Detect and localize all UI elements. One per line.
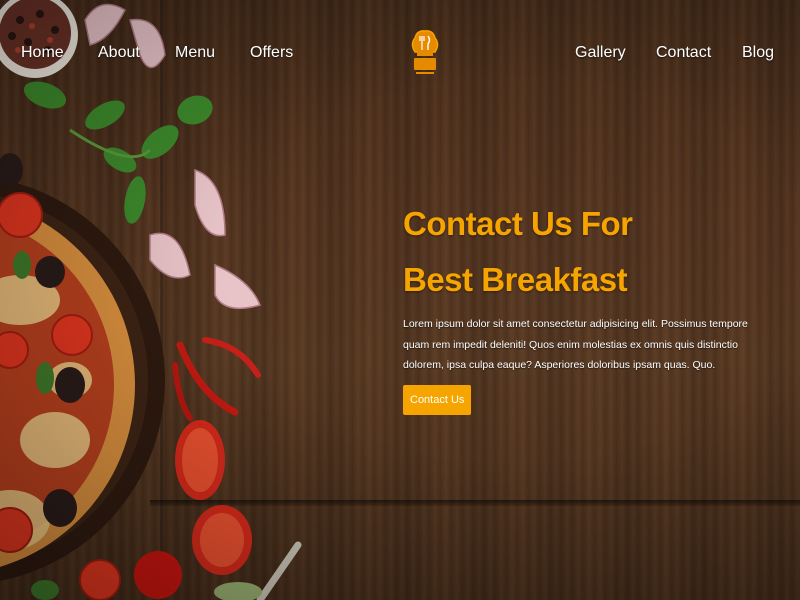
- nav-item-menu[interactable]: Menu: [175, 44, 215, 62]
- chef-hat-fork-knife-icon: [411, 30, 439, 74]
- hero-title-line-1: Contact Us For: [403, 205, 633, 242]
- nav-item-blog[interactable]: Blog: [742, 44, 774, 62]
- nav-item-contact[interactable]: Contact: [656, 44, 711, 62]
- hero-description: Lorem ipsum dolor sit amet consectetur a…: [403, 318, 748, 371]
- nav-item-offers[interactable]: Offers: [250, 44, 293, 62]
- hero-title-line-2: Best Breakfast: [403, 261, 628, 298]
- nav-item-gallery[interactable]: Gallery: [575, 44, 626, 62]
- hero-section: Contact Us For Best Breakfast Lorem ipsu…: [403, 196, 773, 415]
- nav-item-home[interactable]: Home: [21, 44, 64, 62]
- hero-title: Contact Us For Best Breakfast: [403, 196, 773, 308]
- nav-item-about[interactable]: About: [98, 44, 140, 62]
- contact-us-button[interactable]: Contact Us: [403, 384, 472, 415]
- logo[interactable]: [408, 22, 442, 84]
